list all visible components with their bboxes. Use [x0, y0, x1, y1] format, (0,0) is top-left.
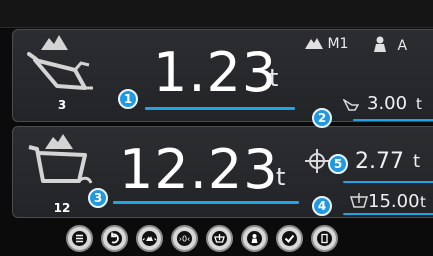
bucket-value: 15.00 [368, 191, 420, 212]
confirm-icon [282, 231, 297, 246]
softkey-operator[interactable] [241, 225, 268, 252]
note-icon [317, 231, 332, 246]
operator-icon [374, 36, 386, 52]
badge-4: 4 [312, 196, 332, 216]
bucket-underline [343, 213, 433, 215]
bucket-icon [212, 231, 227, 246]
softkey-undo[interactable] [101, 225, 128, 252]
svg-text:›0‹: ›0‹ [179, 235, 191, 244]
current-weight-underline [145, 107, 295, 110]
remaining-value: 2.77 [355, 149, 404, 174]
badge-3: 3 [88, 188, 108, 208]
softkey-pile-adjust[interactable] [136, 225, 163, 252]
total-load-panel[interactable]: 12 12.23 t 2.77 t 15.00 t [12, 126, 433, 218]
softkey-zero[interactable]: ›0‹ [171, 225, 198, 252]
zero-icon: ›0‹ [177, 231, 192, 246]
softkey-confirm[interactable] [276, 225, 303, 252]
remaining-icon [305, 149, 329, 177]
remaining-underline [343, 181, 433, 183]
current-load-panel[interactable]: 3 1.23 t M1 A 3.00 t [12, 29, 433, 122]
badge-5: 5 [328, 154, 348, 174]
target-unit: t [416, 95, 422, 113]
pile-icon [305, 38, 323, 49]
list-menu-icon [72, 231, 87, 246]
total-weight-value: 12.23 [119, 138, 279, 201]
current-weight-value: 1.23 [153, 41, 278, 104]
target-icon [342, 96, 360, 115]
current-weight-unit: t [269, 64, 279, 92]
operator-icon [247, 231, 262, 246]
softkey-list-menu[interactable] [66, 225, 93, 252]
bucket-small-icon [349, 193, 369, 213]
undo-icon [107, 231, 122, 246]
badge-2: 2 [312, 108, 332, 128]
target-underline [353, 119, 433, 121]
auto-indicator: A [373, 36, 407, 54]
top-bar [0, 0, 433, 28]
auto-label: A [397, 38, 408, 54]
mode-indicator: M1 [305, 36, 348, 52]
mode-label: M1 [327, 36, 349, 52]
bucket-unit: t [420, 193, 426, 211]
softkey-bucket[interactable] [206, 225, 233, 252]
badge-1: 1 [118, 89, 138, 109]
total-weight-underline [113, 201, 299, 204]
pile-adjust-icon [142, 231, 157, 246]
total-weight-unit: t [276, 163, 286, 191]
softkey-note[interactable] [311, 225, 338, 252]
load-count: 3 [57, 98, 67, 112]
target-value: 3.00 [367, 93, 408, 114]
remaining-unit: t [413, 151, 421, 172]
